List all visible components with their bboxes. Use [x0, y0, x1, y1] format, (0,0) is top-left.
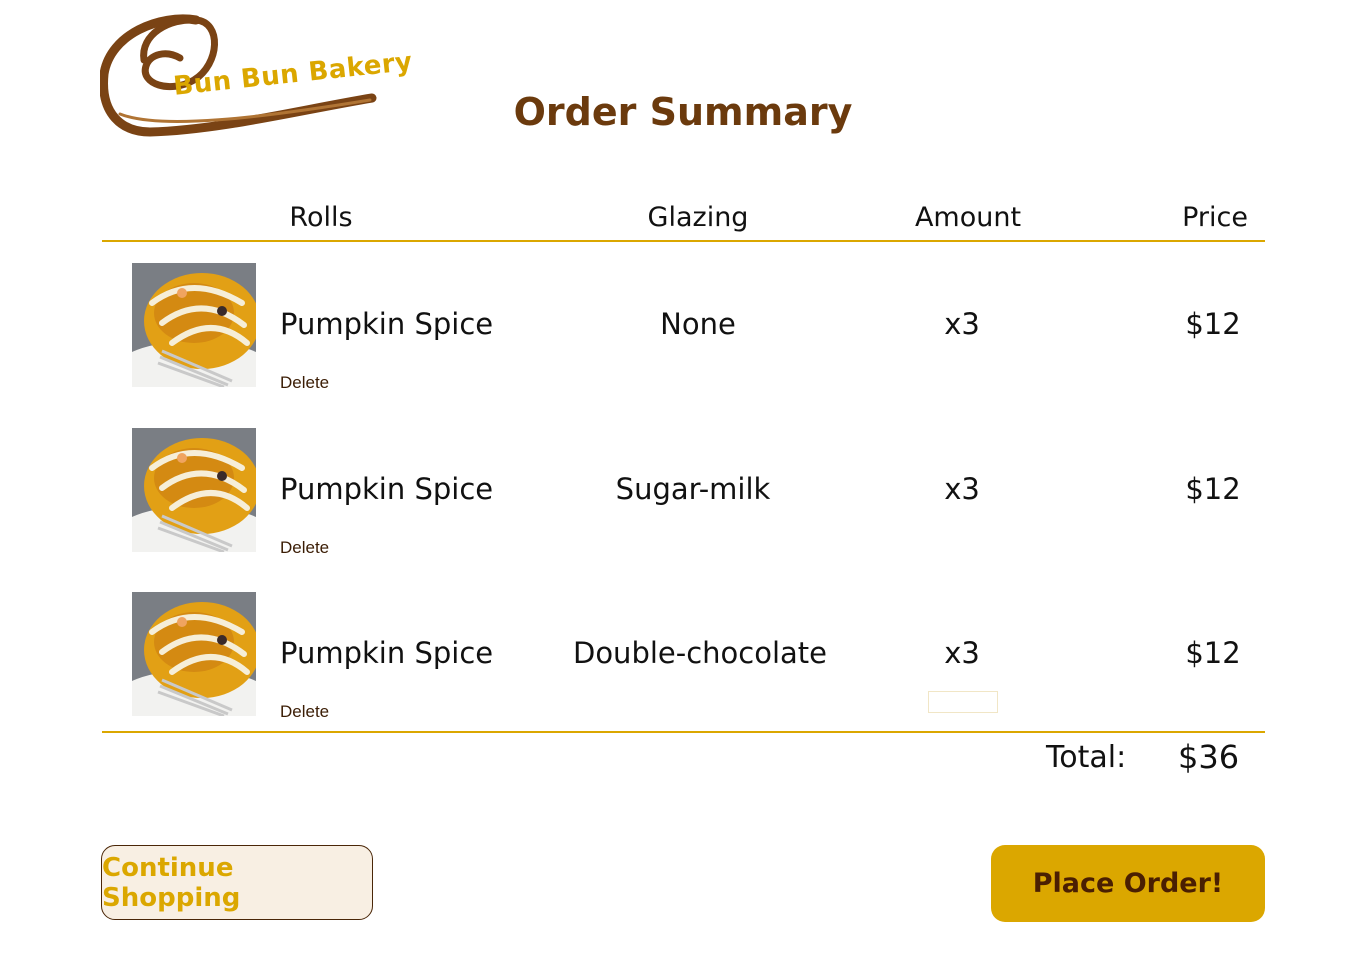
glazing-value: Double-chocolate [572, 636, 828, 670]
price-value: $12 [1185, 472, 1241, 506]
total-label: Total: [1046, 740, 1127, 775]
roll-image [132, 592, 256, 716]
place-order-button[interactable]: Place Order! [991, 845, 1265, 922]
roll-name: Pumpkin Spice [280, 472, 494, 506]
price-value: $12 [1185, 307, 1241, 341]
amount-value: x3 [944, 636, 980, 670]
header-rolls: Rolls [289, 202, 353, 233]
continue-shopping-button[interactable]: Continue Shopping [101, 845, 373, 920]
table-row: Pumpkin Spice Delete None x3 $12 [102, 263, 1265, 393]
amount-value: x3 [944, 307, 980, 341]
total-value: $36 [1178, 738, 1240, 776]
amount-value: x3 [944, 472, 980, 506]
glazing-value: Sugar-milk [615, 472, 771, 506]
amount-input[interactable] [928, 691, 998, 713]
header-glazing: Glazing [647, 202, 749, 233]
page-title: Order Summary [513, 90, 853, 134]
delete-button[interactable]: Delete [280, 702, 329, 722]
roll-name: Pumpkin Spice [280, 636, 494, 670]
header-price: Price [1182, 202, 1248, 233]
price-value: $12 [1185, 636, 1241, 670]
delete-button[interactable]: Delete [280, 538, 329, 558]
roll-image [132, 263, 256, 387]
table-row: Pumpkin Spice Delete Sugar-milk x3 $12 [102, 428, 1265, 558]
table-header: Rolls Glazing Amount Price [102, 198, 1265, 242]
divider [102, 731, 1265, 733]
header-amount: Amount [914, 202, 1022, 233]
delete-button[interactable]: Delete [280, 373, 329, 393]
roll-image [132, 428, 256, 552]
roll-name: Pumpkin Spice [280, 307, 494, 341]
glazing-value: None [660, 307, 736, 341]
table-row: Pumpkin Spice Delete Double-chocolate x3… [102, 592, 1265, 722]
